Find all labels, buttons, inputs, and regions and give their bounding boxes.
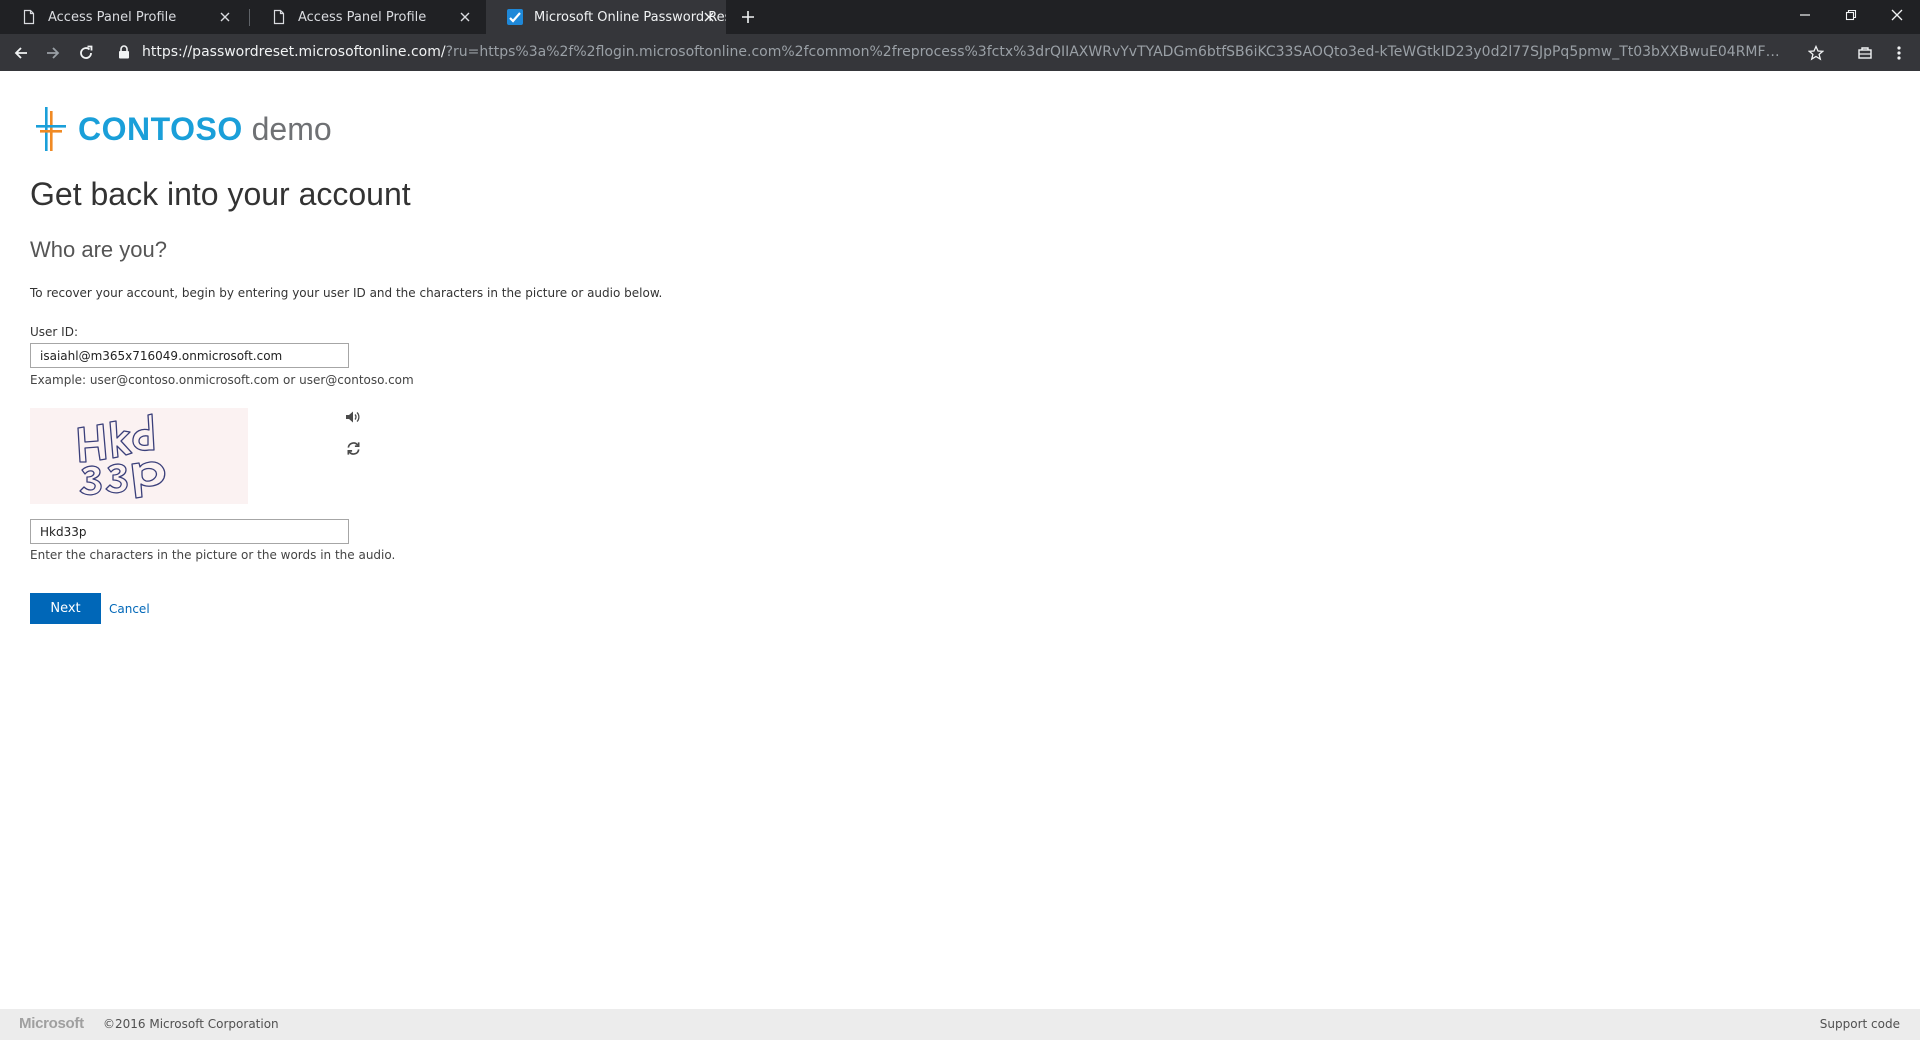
copyright-text: ©2016 Microsoft Corporation <box>103 1017 279 1031</box>
microsoft-footer-logo: Microsoft <box>19 1015 84 1032</box>
cancel-link[interactable]: Cancel <box>109 601 150 617</box>
document-icon <box>273 9 285 25</box>
more-vertical-icon <box>1897 46 1901 60</box>
browser-menu-button[interactable] <box>1886 40 1912 66</box>
logo-brand: CONTOSO <box>78 111 243 147</box>
forward-button[interactable] <box>40 40 66 66</box>
reload-button[interactable] <box>73 40 99 66</box>
reload-icon <box>80 45 93 59</box>
refresh-icon <box>347 441 359 455</box>
page-subtitle: Who are you? <box>30 237 167 262</box>
logo-suffix: demo <box>251 111 332 147</box>
address-bar-url[interactable]: https://passwordreset.microsoftonline.co… <box>142 44 1782 61</box>
contoso-logo-mark-icon <box>36 107 66 151</box>
extensions-button[interactable] <box>1852 40 1878 66</box>
minimize-window-button[interactable] <box>1782 0 1828 30</box>
captcha-hint: Enter the characters in the picture or t… <box>30 548 396 562</box>
next-button[interactable]: Next <box>30 593 101 624</box>
bookmark-button[interactable] <box>1804 41 1828 65</box>
url-host: https://passwordreset.microsoftonline.co… <box>142 44 446 60</box>
captcha-graphic <box>77 413 166 499</box>
browser-tab-3-title: Microsoft Online Password Reset <box>534 9 726 25</box>
arrow-right-icon <box>47 47 60 59</box>
instructions-text: To recover your account, begin by enteri… <box>30 286 663 300</box>
browser-tab-1-title: Access Panel Profile <box>48 9 177 25</box>
close-tab-2-icon[interactable] <box>456 8 474 26</box>
browser-tab-2-title: Access Panel Profile <box>298 9 427 25</box>
back-button[interactable] <box>8 40 34 66</box>
document-icon <box>23 9 35 25</box>
extension-icon <box>1858 47 1872 59</box>
close-window-button[interactable] <box>1874 0 1920 30</box>
user-id-input[interactable] <box>30 343 349 368</box>
captcha-input[interactable] <box>30 519 349 544</box>
contoso-logo: CONTOSO demo <box>36 106 332 152</box>
user-id-example: Example: user@contoso.onmicrosoft.com or… <box>30 373 414 387</box>
restore-window-button[interactable] <box>1828 0 1874 30</box>
lock-icon[interactable] <box>118 45 130 59</box>
star-icon <box>1808 45 1824 61</box>
new-tab-button[interactable] <box>736 5 760 29</box>
url-query: ?ru=https%3a%2f%2flogin.microsoftonline.… <box>445 44 1782 60</box>
browser-tab-bar: Access Panel Profile Access Panel Profil… <box>0 0 1920 34</box>
user-id-label: User ID: <box>30 325 78 339</box>
page-title: Get back into your account <box>30 176 411 212</box>
browser-tab-3[interactable]: Microsoft Online Password Reset <box>486 0 726 34</box>
captcha-image <box>30 408 248 504</box>
minimize-icon <box>1800 14 1810 16</box>
close-tab-1-icon[interactable] <box>216 8 234 26</box>
password-reset-favicon-icon <box>507 9 523 25</box>
close-tab-3-icon[interactable] <box>700 8 718 26</box>
arrow-left-icon <box>14 47 27 59</box>
restore-icon <box>1845 9 1857 21</box>
close-icon <box>1891 9 1903 21</box>
browser-tab-2[interactable]: Access Panel Profile <box>250 0 482 34</box>
captcha-audio-button[interactable] <box>343 407 363 427</box>
plus-icon <box>742 11 754 23</box>
page-footer: Microsoft ©2016 Microsoft Corporation Su… <box>0 1009 1920 1040</box>
contoso-logo-text: CONTOSO demo <box>78 106 332 152</box>
address-bar[interactable]: https://passwordreset.microsoftonline.co… <box>110 40 1828 65</box>
speaker-icon <box>346 411 360 423</box>
captcha-refresh-button[interactable] <box>343 438 363 458</box>
support-code-link[interactable]: Support code <box>1820 1017 1900 1031</box>
browser-tab-1[interactable]: Access Panel Profile <box>0 0 242 34</box>
